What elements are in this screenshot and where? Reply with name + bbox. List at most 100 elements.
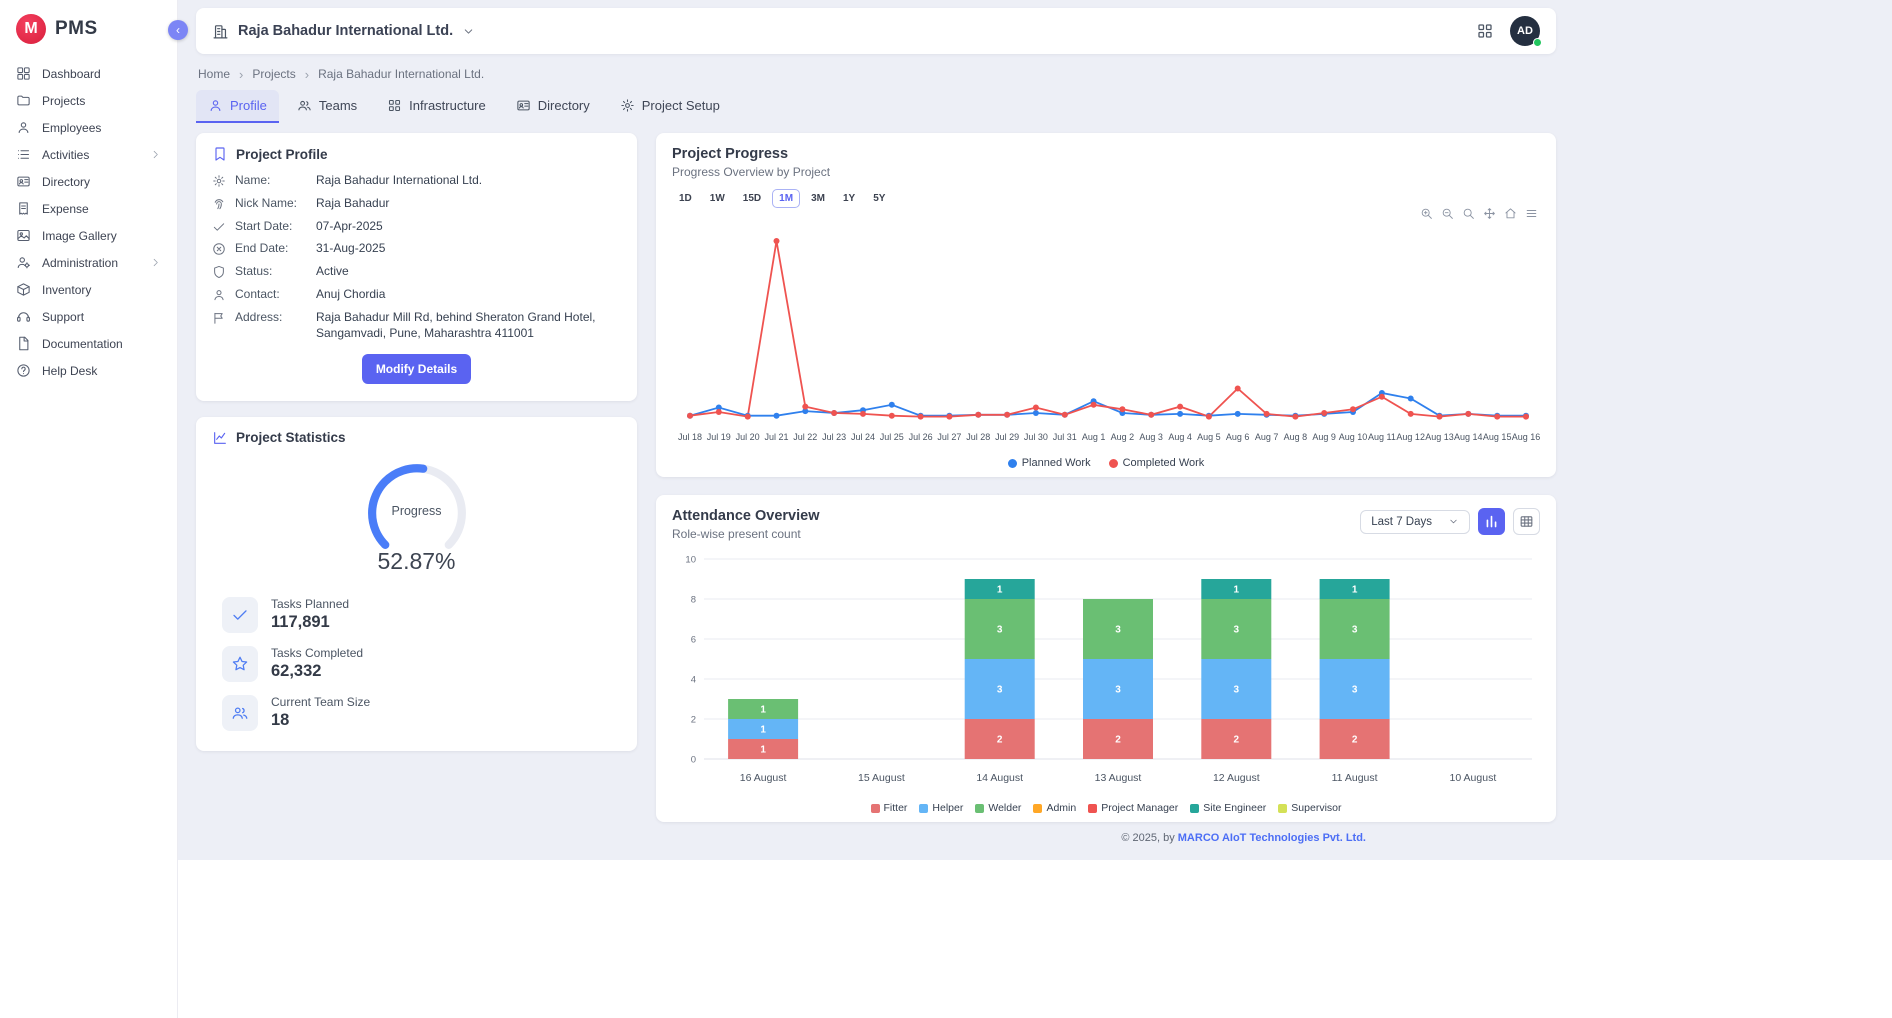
legend-welder[interactable]: Welder xyxy=(975,802,1021,814)
range-15d-button[interactable]: 15D xyxy=(736,189,768,208)
breadcrumb-item-projects[interactable]: Projects xyxy=(252,67,295,81)
sidebar-item-activities[interactable]: Activities xyxy=(0,141,177,168)
tab-project-setup[interactable]: Project Setup xyxy=(608,90,732,123)
sidebar-item-administration[interactable]: Administration xyxy=(0,249,177,276)
home-button[interactable] xyxy=(1502,205,1519,222)
modify-details-button[interactable]: Modify Details xyxy=(362,354,471,384)
range-1m-button[interactable]: 1M xyxy=(772,189,800,208)
svg-text:Aug 4: Aug 4 xyxy=(1168,432,1192,442)
sidebar-item-label: Support xyxy=(42,310,84,324)
range-5y-button[interactable]: 5Y xyxy=(866,189,892,208)
range-1d-button[interactable]: 1D xyxy=(672,189,699,208)
chart-line-icon xyxy=(212,430,228,446)
legend-helper[interactable]: Helper xyxy=(919,802,963,814)
progress-line-chart[interactable]: Jul 18Jul 19Jul 20Jul 21Jul 22Jul 23Jul … xyxy=(672,214,1540,452)
tab-teams[interactable]: Teams xyxy=(285,90,369,123)
range-1y-button[interactable]: 1Y xyxy=(836,189,862,208)
zoom-out-button[interactable] xyxy=(1439,205,1456,222)
sidebar-item-label: Help Desk xyxy=(42,364,97,378)
sidebar-item-employees[interactable]: Employees xyxy=(0,114,177,141)
svg-text:Aug 10: Aug 10 xyxy=(1339,432,1368,442)
zoom-in-button[interactable] xyxy=(1418,205,1435,222)
attendance-bar-chart[interactable]: 024681016 August11115 August14 August233… xyxy=(672,543,1540,795)
svg-text:Jul 19: Jul 19 xyxy=(707,432,731,442)
pan-button[interactable] xyxy=(1481,205,1498,222)
sidebar-item-directory[interactable]: Directory xyxy=(0,168,177,195)
sidebar-item-label: Image Gallery xyxy=(42,229,117,243)
svg-text:0: 0 xyxy=(691,755,696,766)
nickname-icon xyxy=(212,196,226,212)
sidebar-item-projects[interactable]: Projects xyxy=(0,87,177,114)
svg-text:2: 2 xyxy=(691,715,696,726)
legend-fitter[interactable]: Fitter xyxy=(871,802,908,814)
legend-completed-work[interactable]: Completed Work xyxy=(1109,457,1205,469)
company-name: Raja Bahadur International Ltd. xyxy=(238,23,453,39)
svg-text:1: 1 xyxy=(1234,585,1240,596)
tab-infrastructure[interactable]: Infrastructure xyxy=(375,90,498,123)
building-icon xyxy=(212,23,229,40)
tab-profile[interactable]: Profile xyxy=(196,90,279,123)
profile-tab-icon xyxy=(208,98,223,113)
zoom-in-icon xyxy=(1420,207,1433,220)
svg-text:10: 10 xyxy=(685,555,696,566)
breadcrumb-item-home[interactable]: Home xyxy=(198,67,230,81)
sidebar-item-documentation[interactable]: Documentation xyxy=(0,330,177,357)
svg-text:Jul 29: Jul 29 xyxy=(995,432,1019,442)
svg-text:Jul 26: Jul 26 xyxy=(909,432,933,442)
projects-icon xyxy=(16,93,31,108)
administration-icon xyxy=(16,255,31,270)
sidebar-item-help-desk[interactable]: Help Desk xyxy=(0,357,177,384)
chart-view-toggle-button[interactable] xyxy=(1478,508,1505,535)
svg-text:Aug 1: Aug 1 xyxy=(1082,432,1106,442)
tasks-planned-icon xyxy=(222,597,258,633)
svg-text:1: 1 xyxy=(760,745,766,756)
svg-text:1: 1 xyxy=(760,705,766,716)
svg-text:3: 3 xyxy=(1352,685,1358,696)
tab-directory[interactable]: Directory xyxy=(504,90,602,123)
svg-text:Aug 3: Aug 3 xyxy=(1139,432,1163,442)
app-name: PMS xyxy=(55,18,98,40)
table-view-toggle-button[interactable] xyxy=(1513,508,1540,535)
sidebar-item-inventory[interactable]: Inventory xyxy=(0,276,177,303)
apps-grid-button[interactable] xyxy=(1476,22,1494,40)
pan-icon xyxy=(1483,207,1496,220)
range-3m-button[interactable]: 3M xyxy=(804,189,832,208)
user-avatar[interactable]: AD xyxy=(1510,16,1540,46)
svg-text:12 August: 12 August xyxy=(1213,772,1260,784)
sidebar-item-label: Expense xyxy=(42,202,89,216)
documentation-icon xyxy=(16,336,31,351)
infrastructure-tab-icon xyxy=(387,98,402,113)
date-range-select[interactable]: Last 7 Days xyxy=(1360,510,1470,534)
breadcrumb-item-raja-bahadur-international-ltd: Raja Bahadur International Ltd. xyxy=(318,67,484,81)
legend-project-manager[interactable]: Project Manager xyxy=(1088,802,1178,814)
bookmark-icon xyxy=(212,146,228,162)
teams-tab-icon xyxy=(297,98,312,113)
svg-text:2: 2 xyxy=(1352,735,1358,746)
breadcrumb-separator: › xyxy=(305,68,309,81)
sidebar-collapse-button[interactable]: ‹ xyxy=(168,20,188,40)
footer-company-link[interactable]: MARCO AIoT Technologies Pvt. Ltd. xyxy=(1178,832,1366,844)
svg-text:3: 3 xyxy=(1234,625,1240,636)
svg-text:Jul 25: Jul 25 xyxy=(880,432,904,442)
company-selector[interactable]: Raja Bahadur International Ltd. xyxy=(212,23,475,40)
legend-site-engineer[interactable]: Site Engineer xyxy=(1190,802,1266,814)
range-1w-button[interactable]: 1W xyxy=(703,189,732,208)
profile-field-start-date: Start Date:07-Apr-2025 xyxy=(212,219,621,235)
svg-text:16 August: 16 August xyxy=(740,772,787,784)
svg-text:1: 1 xyxy=(760,725,766,736)
legend-supervisor[interactable]: Supervisor xyxy=(1278,802,1341,814)
sidebar-item-expense[interactable]: Expense xyxy=(0,195,177,222)
svg-text:Jul 30: Jul 30 xyxy=(1024,432,1048,442)
legend-planned-work[interactable]: Planned Work xyxy=(1008,457,1091,469)
sidebar-item-image-gallery[interactable]: Image Gallery xyxy=(0,222,177,249)
bar-chart-legend: Fitter Helper Welder Admin Project Manager Si… xyxy=(672,802,1540,814)
main-area: Raja Bahadur International Ltd. AD Home ›… xyxy=(178,0,1892,1018)
sidebar-item-support[interactable]: Support xyxy=(0,303,177,330)
svg-text:3: 3 xyxy=(1115,685,1121,696)
autoscale-button[interactable] xyxy=(1460,205,1477,222)
sidebar-item-dashboard[interactable]: Dashboard xyxy=(0,60,177,87)
menu-button[interactable] xyxy=(1523,205,1540,222)
employees-icon xyxy=(16,120,31,135)
svg-text:11 August: 11 August xyxy=(1332,772,1378,784)
legend-admin[interactable]: Admin xyxy=(1033,802,1076,814)
